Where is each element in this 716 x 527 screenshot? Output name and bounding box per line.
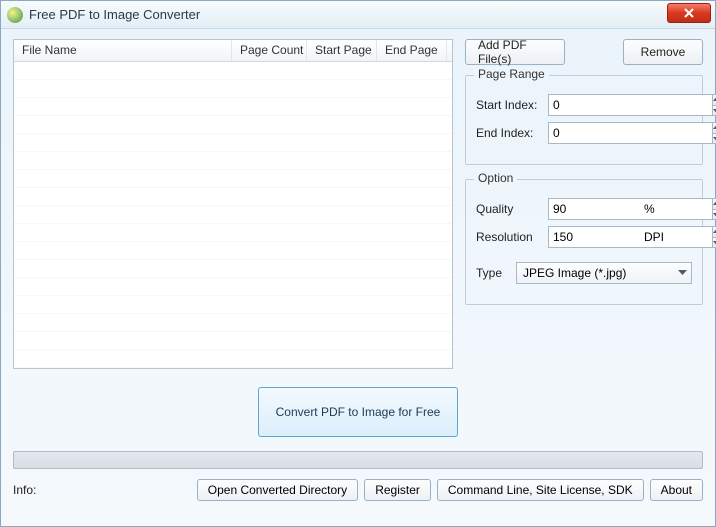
start-index-spinner[interactable]	[548, 94, 638, 116]
remove-button[interactable]: Remove	[623, 39, 703, 65]
resolution-label: Resolution	[476, 230, 548, 244]
option-legend: Option	[474, 171, 517, 185]
end-index-spinner[interactable]	[548, 122, 638, 144]
file-list[interactable]: File Name Page Count Start Page End Page	[13, 39, 453, 369]
start-index-label: Start Index:	[476, 98, 548, 112]
about-button[interactable]: About	[650, 479, 703, 501]
app-window: Free PDF to Image Converter File Name Pa…	[0, 0, 716, 527]
start-index-input[interactable]	[548, 94, 712, 116]
type-label: Type	[476, 266, 516, 280]
quality-label: Quality	[476, 202, 548, 216]
column-endpage[interactable]: End Page	[377, 40, 447, 61]
page-range-legend: Page Range	[474, 67, 549, 81]
client-area: File Name Page Count Start Page End Page…	[1, 29, 715, 509]
resolution-unit: DPI	[644, 230, 664, 244]
quality-input[interactable]	[548, 198, 712, 220]
register-button[interactable]: Register	[364, 479, 431, 501]
app-icon	[7, 7, 23, 23]
file-list-header: File Name Page Count Start Page End Page	[14, 40, 452, 62]
add-pdf-button[interactable]: Add PDF File(s)	[465, 39, 565, 65]
resolution-input[interactable]	[548, 226, 712, 248]
window-title: Free PDF to Image Converter	[29, 7, 200, 22]
command-line-button[interactable]: Command Line, Site License, SDK	[437, 479, 644, 501]
right-panel: Add PDF File(s) Remove Page Range Start …	[465, 39, 703, 369]
info-label: Info:	[13, 483, 36, 497]
file-list-body	[14, 62, 452, 368]
open-directory-button[interactable]: Open Converted Directory	[197, 479, 358, 501]
chevron-down-icon	[678, 270, 687, 276]
type-combo[interactable]: JPEG Image (*.jpg)	[516, 262, 692, 284]
resolution-spinner[interactable]	[548, 226, 638, 248]
end-index-label: End Index:	[476, 126, 548, 140]
column-filename[interactable]: File Name	[14, 40, 232, 61]
close-icon	[684, 8, 694, 18]
type-value: JPEG Image (*.jpg)	[523, 266, 626, 280]
column-startpage[interactable]: Start Page	[307, 40, 377, 61]
quality-unit: %	[644, 202, 655, 216]
titlebar: Free PDF to Image Converter	[1, 1, 715, 29]
page-range-group: Page Range Start Index: End Index:	[465, 75, 703, 165]
option-group: Option Quality % Resolutio	[465, 179, 703, 305]
quality-spinner[interactable]	[548, 198, 638, 220]
convert-button[interactable]: Convert PDF to Image for Free	[258, 387, 458, 437]
end-index-input[interactable]	[548, 122, 712, 144]
close-button[interactable]	[667, 3, 711, 23]
column-pagecount[interactable]: Page Count	[232, 40, 307, 61]
progress-bar	[13, 451, 703, 469]
